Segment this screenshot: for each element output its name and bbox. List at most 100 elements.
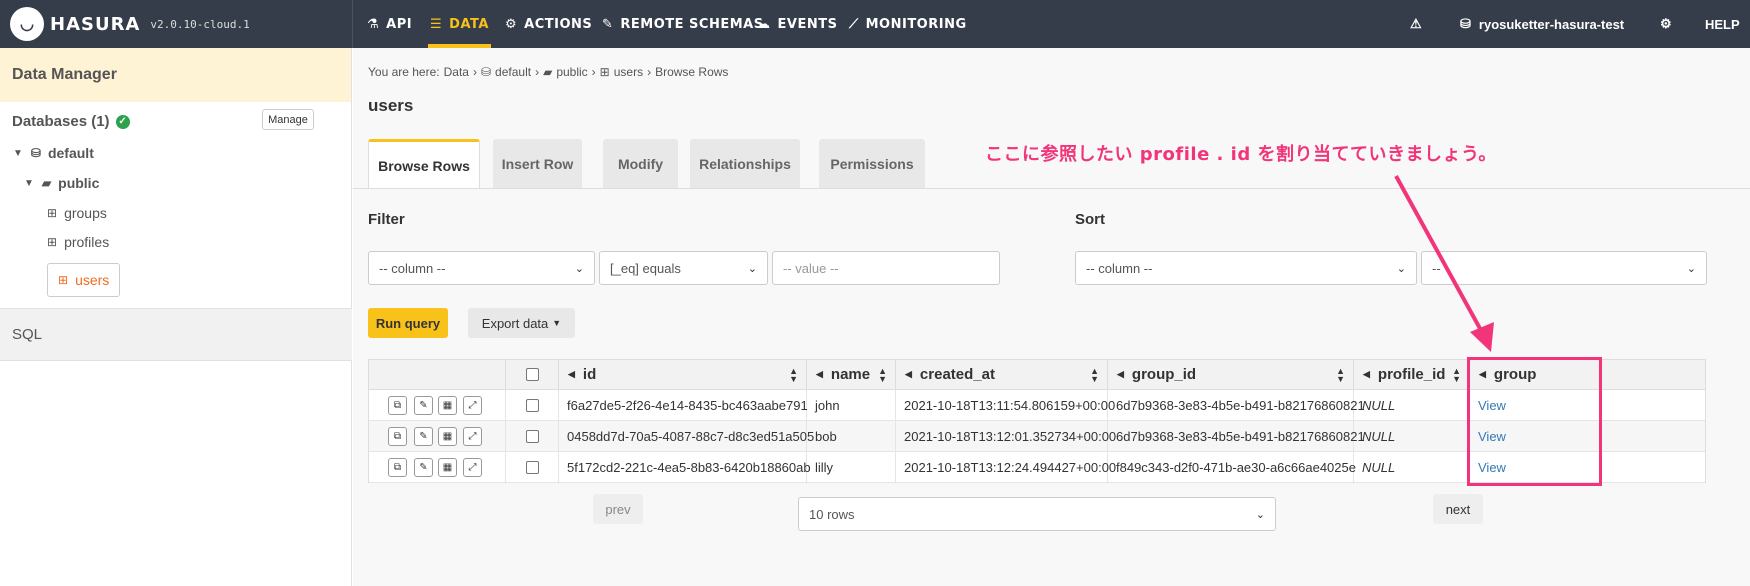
rows-per-page-select[interactable]: 10 rows ⌄ bbox=[798, 497, 1276, 531]
cell-profile-id[interactable]: NULL bbox=[1354, 452, 1470, 483]
tab-relationships[interactable]: Relationships bbox=[690, 139, 800, 188]
breadcrumb-default[interactable]: default bbox=[495, 65, 531, 79]
clone-icon[interactable]: ⧉ bbox=[388, 458, 407, 477]
nav-remote-schemas[interactable]: ✎ REMOTE SCHEMAS bbox=[602, 0, 764, 48]
column-header-label: group_id bbox=[1131, 366, 1197, 383]
sort-column-select[interactable]: -- column -- ⌄ bbox=[1075, 251, 1417, 285]
column-header-name[interactable]: ◀ name ▲ ▼ bbox=[807, 360, 896, 390]
clone-icon[interactable]: ⧉ bbox=[388, 396, 407, 415]
prev-button[interactable]: prev bbox=[593, 494, 643, 524]
tab-browse-rows[interactable]: Browse Rows bbox=[368, 139, 480, 189]
row-checkbox[interactable] bbox=[525, 430, 539, 443]
tree-table-profiles[interactable]: ⊞ profiles bbox=[47, 234, 109, 250]
sort-icon[interactable]: ▲ ▼ bbox=[1336, 366, 1345, 383]
cell-group-id[interactable]: f849c343-d2f0-471b-ae30-a6c66ae4025e bbox=[1108, 452, 1356, 483]
filter-column-select[interactable]: -- column -- ⌄ bbox=[368, 251, 595, 285]
filter-value-input[interactable]: -- value -- bbox=[772, 251, 1000, 285]
trash-icon[interactable]: ▦ bbox=[438, 427, 457, 446]
edit-icon[interactable]: ✎ bbox=[414, 458, 433, 477]
next-button[interactable]: next bbox=[1433, 494, 1483, 524]
cell-name[interactable]: bob bbox=[807, 421, 896, 452]
settings-gear-icon[interactable]: ⚙ bbox=[1660, 0, 1672, 48]
main-content: You are here: Data › ⛁ default › ▰ public › ⊞… bbox=[353, 48, 1750, 586]
select-all-checkbox[interactable] bbox=[525, 368, 539, 381]
hasura-logo[interactable]: ◡ HASURA v2.0.10-cloud.1 bbox=[10, 6, 250, 42]
breadcrumb-public[interactable]: public bbox=[556, 65, 587, 79]
sort-icon[interactable]: ▲ ▼ bbox=[878, 366, 887, 383]
cell-profile-id[interactable]: NULL bbox=[1354, 421, 1470, 452]
cell-name[interactable]: lilly bbox=[807, 452, 896, 483]
tree-database-default[interactable]: ▼ ⛁ default bbox=[13, 145, 94, 161]
column-header-profile-id[interactable]: ◀ profile_id ▲ ▼ bbox=[1354, 360, 1470, 390]
trash-icon[interactable]: ▦ bbox=[438, 458, 457, 477]
tree-table-users[interactable]: ⊞ users bbox=[47, 263, 121, 297]
run-query-button[interactable]: Run query bbox=[368, 308, 448, 338]
cell-name[interactable]: john bbox=[807, 390, 896, 421]
breadcrumb-users[interactable]: users bbox=[614, 65, 643, 79]
export-data-button[interactable]: Export data ▼ bbox=[468, 308, 575, 338]
cell-id[interactable]: 0458dd7d-70a5-4087-88c7-d8c3ed51a505 bbox=[559, 421, 814, 452]
cell-group-id[interactable]: 6d7b9368-3e83-4b5e-b491-b82176860821 bbox=[1108, 421, 1365, 452]
sql-section[interactable]: SQL bbox=[0, 308, 352, 361]
nav-api[interactable]: ⚗ API bbox=[367, 0, 412, 48]
edit-icon[interactable]: ✎ bbox=[414, 396, 433, 415]
tab-modify[interactable]: Modify bbox=[603, 139, 678, 188]
cell-created-at[interactable]: 2021-10-18T13:12:01.352734+00:00 bbox=[896, 421, 1116, 452]
cell-created-at[interactable]: 2021-10-18T13:11:54.806159+00:00 bbox=[896, 390, 1115, 421]
schema-name: public bbox=[58, 175, 100, 191]
expand-icon[interactable]: ⤢ bbox=[463, 427, 482, 446]
tab-insert-row[interactable]: Insert Row bbox=[493, 139, 582, 188]
column-header-id[interactable]: ◀ id ▲ ▼ bbox=[559, 360, 807, 390]
filter-column-value: -- column -- bbox=[379, 260, 446, 276]
nav-data[interactable]: ☰ DATA bbox=[428, 0, 491, 48]
column-header-created-at[interactable]: ◀ created_at ▲ ▼ bbox=[896, 360, 1108, 390]
sort-order-select[interactable]: -- ⌄ bbox=[1421, 251, 1707, 285]
expand-icon[interactable]: ⤢ bbox=[463, 396, 482, 415]
cell-profile-id[interactable]: NULL bbox=[1354, 390, 1470, 421]
breadcrumb-data[interactable]: Data bbox=[444, 65, 469, 79]
warning-icon[interactable]: ⚠ bbox=[1410, 0, 1422, 48]
data-manager-heading[interactable]: Data Manager bbox=[0, 48, 351, 102]
column-header-label: name bbox=[830, 366, 871, 383]
edit-icon[interactable]: ✎ bbox=[414, 427, 433, 446]
sort-icon[interactable]: ▲ ▼ bbox=[789, 366, 798, 383]
chevron-down-icon[interactable]: ▼ bbox=[24, 178, 34, 189]
nav-monitoring[interactable]: ⟋ MONITORING bbox=[849, 0, 967, 48]
clone-icon[interactable]: ⧉ bbox=[388, 427, 407, 446]
breadcrumb-browse-rows: Browse Rows bbox=[655, 65, 729, 79]
chevron-down-icon[interactable]: ▼ bbox=[13, 148, 23, 159]
cell-id[interactable]: 5f172cd2-221c-4ea5-8b83-6420b18860ab bbox=[559, 452, 811, 483]
project-name: ryosuketter-hasura-test bbox=[1478, 16, 1625, 32]
column-header-group-id[interactable]: ◀ group_id ▲ ▼ bbox=[1108, 360, 1354, 390]
caret-left-icon[interactable]: ◀ bbox=[905, 369, 912, 380]
tab-permissions[interactable]: Permissions bbox=[819, 139, 925, 188]
cell-id[interactable]: f6a27de5-2f26-4e14-8435-bc463aabe791 bbox=[559, 390, 808, 421]
manage-button[interactable]: Manage bbox=[262, 109, 314, 130]
tree-table-groups[interactable]: ⊞ groups bbox=[47, 205, 107, 221]
caret-left-icon[interactable]: ◀ bbox=[1363, 369, 1370, 380]
sort-icon[interactable]: ▲ ▼ bbox=[1090, 366, 1099, 383]
filter-operator-value: [_eq] equals bbox=[610, 260, 681, 276]
caret-left-icon[interactable]: ◀ bbox=[568, 369, 575, 380]
help-link[interactable]: HELP bbox=[1705, 0, 1740, 48]
project-selector[interactable]: ⛁ ryosuketter-hasura-test bbox=[1460, 0, 1624, 48]
caret-left-icon[interactable]: ◀ bbox=[1117, 369, 1124, 380]
table-icon: ⊞ bbox=[47, 206, 58, 220]
expand-icon[interactable]: ⤢ bbox=[463, 458, 482, 477]
caret-left-icon[interactable]: ◀ bbox=[816, 369, 823, 380]
row-checkbox[interactable] bbox=[525, 399, 539, 412]
page-title: users bbox=[368, 96, 414, 115]
cell-group-id[interactable]: 6d7b9368-3e83-4b5e-b491-b82176860821 bbox=[1108, 390, 1365, 421]
filter-operator-select[interactable]: [_eq] equals ⌄ bbox=[599, 251, 768, 285]
nav-data-label: DATA bbox=[449, 16, 489, 32]
nav-events[interactable]: ☁ EVENTS bbox=[757, 0, 837, 48]
nav-actions[interactable]: ⚙ ACTIONS bbox=[505, 0, 592, 48]
databases-header: Databases (1) ✓ bbox=[12, 113, 130, 130]
database-icon: ☰ bbox=[430, 16, 443, 32]
cell-created-at[interactable]: 2021-10-18T13:12:24.494427+00:00 bbox=[896, 452, 1116, 483]
tree-schema-public[interactable]: ▼ ▰ public bbox=[24, 175, 99, 191]
chevron-right-icon: › bbox=[472, 65, 477, 79]
sort-icon[interactable]: ▲ ▼ bbox=[1452, 366, 1461, 383]
row-checkbox[interactable] bbox=[525, 461, 539, 474]
trash-icon[interactable]: ▦ bbox=[438, 396, 457, 415]
